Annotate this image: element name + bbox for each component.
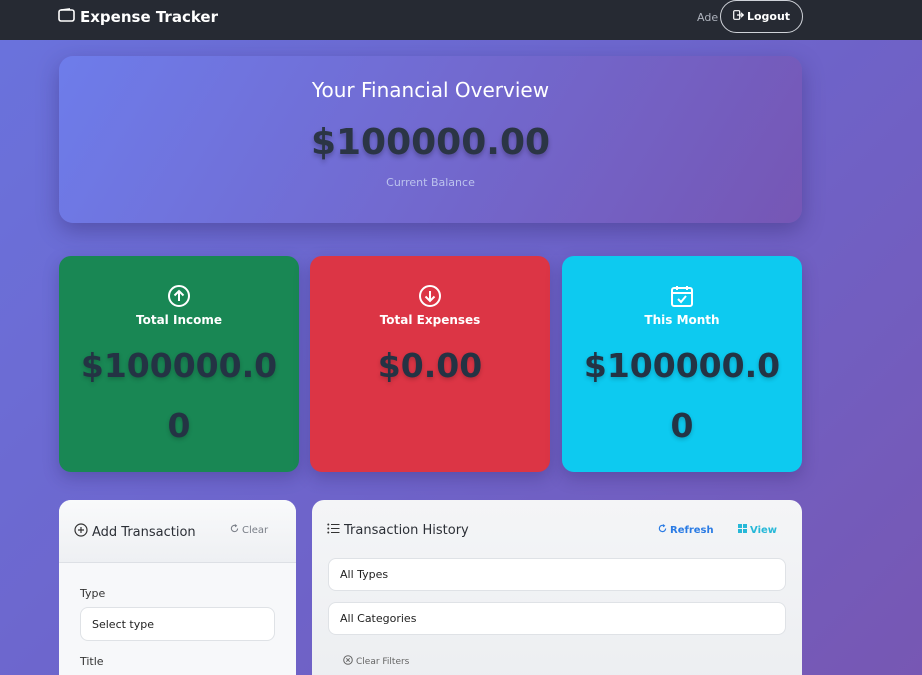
clear-filters-button[interactable]: Clear Filters [343,655,409,668]
total-expenses-label: Total Expenses [379,313,481,327]
total-income-label: Total Income [136,313,222,327]
calendar-check-icon [562,284,802,308]
brand[interactable]: Expense Tracker [58,8,218,26]
logout-label: Logout [746,10,791,23]
add-transaction-header: Add Transaction Clear [59,500,296,563]
wallet-icon [58,8,80,26]
refresh-button[interactable]: Refresh [658,524,714,536]
type-select[interactable]: Select type [80,607,275,641]
total-income-value: $100000.00 [80,346,278,445]
rotate-icon [230,524,242,536]
type-label: Type [80,587,106,600]
refresh-label: Refresh [670,524,714,536]
type-filter-value: All Types [340,568,389,581]
total-expenses-card: Total Expenses $0.00 [310,256,550,472]
this-month-value: $100000.00 [583,346,781,445]
category-filter-select[interactable]: All Categories [328,602,786,635]
navbar: Expense Tracker Ade Logout [0,0,922,40]
arrow-down-circle-icon [310,284,550,308]
add-transaction-panel: Add Transaction Clear Type Select type T… [59,500,296,675]
list-icon [327,523,344,538]
user-name: Ade [697,11,719,24]
close-circle-icon [343,655,356,668]
current-balance-value: $100000.00 [310,122,551,163]
total-income-card: Total Income $100000.00 [59,256,299,472]
title-label: Title [80,655,104,668]
current-balance-label: Current Balance [386,176,475,189]
arrow-up-circle-icon [59,284,299,308]
transaction-history-panel: Transaction History Refresh View All Typ… [312,500,802,675]
clear-label: Clear [242,524,269,536]
plus-circle-icon [74,523,92,541]
view-button[interactable]: View [738,524,777,536]
total-expenses-value: $0.00 [377,346,483,385]
view-label: View [750,524,778,536]
this-month-label: This Month [644,313,720,327]
clear-filters-label: Clear Filters [356,656,410,667]
logout-button[interactable]: Logout [720,0,803,33]
overview-title: Your Financial Overview [311,78,550,102]
this-month-card: This Month $100000.00 [562,256,802,472]
logout-icon [733,10,747,23]
grid-icon [738,524,750,536]
transaction-history-header: Transaction History Refresh View [312,500,802,563]
financial-overview-card: Your Financial Overview $100000.00 Curre… [59,56,802,223]
clear-button[interactable]: Clear [230,524,268,536]
category-filter-value: All Categories [340,612,417,625]
refresh-icon [658,524,670,536]
transaction-history-title: Transaction History [327,523,469,538]
add-transaction-title-label: Add Transaction [92,524,196,540]
type-filter-select[interactable]: All Types [328,558,786,591]
transaction-history-title-label: Transaction History [344,523,469,538]
brand-label: Expense Tracker [80,8,218,26]
add-transaction-title: Add Transaction [74,523,196,541]
type-select-value: Select type [92,617,155,631]
